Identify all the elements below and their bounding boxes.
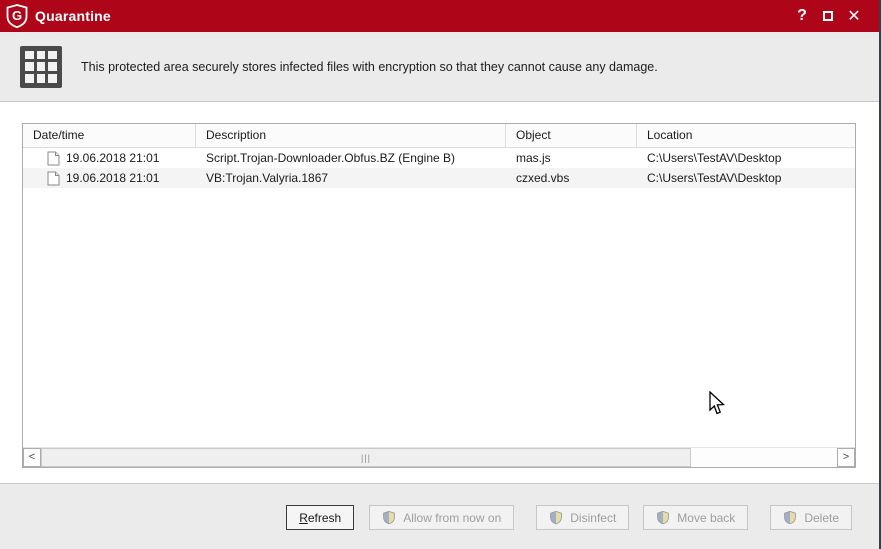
gdata-shield-logo: G: [6, 4, 28, 28]
allow-label: Allow from now on: [403, 510, 502, 525]
window-title: Quarantine: [35, 8, 111, 24]
refresh-label: efresh: [307, 510, 342, 525]
quarantine-grid-icon: [20, 45, 62, 88]
allow-from-now-on-button[interactable]: Allow from now on: [369, 505, 515, 530]
delete-label: Delete: [804, 510, 839, 525]
column-header-object[interactable]: Object: [506, 124, 637, 147]
uac-shield-icon: [550, 510, 563, 525]
cell-object: mas.js: [516, 151, 551, 165]
info-description: This protected area securely stores infe…: [81, 59, 658, 74]
file-icon: [47, 171, 60, 185]
datetime-text: 19.06.2018 21:01: [66, 171, 160, 185]
svg-text:G: G: [12, 8, 22, 23]
cell-location: C:\Users\TestAV\Desktop: [647, 151, 782, 165]
scrollbar-thumb[interactable]: |||: [41, 448, 691, 467]
cell-description: VB:Trojan.Valyria.1867: [206, 171, 329, 185]
column-header-description[interactable]: Description: [196, 124, 506, 147]
table-row[interactable]: 19.06.2018 21:01 VB:Trojan.Valyria.1867 …: [23, 168, 855, 188]
refresh-label-accel: R: [299, 510, 308, 525]
cell-datetime: 19.06.2018 21:01: [23, 171, 196, 186]
maximize-icon: [823, 11, 833, 21]
help-icon: ?: [797, 7, 807, 24]
title-bar: G Quarantine ? ✕: [0, 0, 879, 32]
column-header-location[interactable]: Location: [637, 124, 855, 147]
scroll-right-button[interactable]: >: [837, 448, 855, 467]
uac-shield-icon: [383, 510, 396, 525]
quarantine-window: G Quarantine ? ✕ This protected area sec…: [0, 0, 881, 549]
scrollbar-track[interactable]: [691, 448, 837, 467]
table-header-row: Date/time Description Object Location: [23, 124, 855, 148]
move-back-label: Move back: [677, 510, 736, 525]
maximize-button[interactable]: [815, 3, 841, 29]
help-button[interactable]: ?: [789, 3, 815, 29]
footer-bar: Refresh Allow from now on Disinfect Move…: [0, 483, 879, 549]
cell-location: C:\Users\TestAV\Desktop: [647, 171, 782, 185]
table-row[interactable]: 19.06.2018 21:01 Script.Trojan-Downloade…: [23, 148, 855, 168]
file-icon: [47, 151, 60, 165]
quarantine-table: Date/time Description Object Location 19…: [22, 123, 856, 468]
close-icon: ✕: [847, 8, 861, 25]
cell-datetime: 19.06.2018 21:01: [23, 151, 196, 166]
move-back-button[interactable]: Move back: [643, 505, 749, 530]
disinfect-button[interactable]: Disinfect: [536, 505, 630, 530]
refresh-button[interactable]: Refresh: [286, 505, 355, 530]
cell-object: czxed.vbs: [516, 171, 570, 185]
scroll-left-button[interactable]: <: [23, 448, 41, 467]
info-bar: This protected area securely stores infe…: [0, 32, 879, 102]
delete-button[interactable]: Delete: [770, 505, 852, 530]
cell-description: Script.Trojan-Downloader.Obfus.BZ (Engin…: [206, 151, 455, 165]
uac-shield-icon: [784, 510, 797, 525]
horizontal-scrollbar: < ||| >: [23, 447, 855, 467]
datetime-text: 19.06.2018 21:01: [66, 151, 160, 165]
close-button[interactable]: ✕: [841, 3, 867, 29]
uac-shield-icon: [657, 510, 670, 525]
column-header-datetime[interactable]: Date/time: [23, 124, 196, 147]
main-area: Date/time Description Object Location 19…: [0, 102, 879, 483]
table-empty-space: [23, 188, 855, 447]
disinfect-label: Disinfect: [570, 510, 617, 525]
